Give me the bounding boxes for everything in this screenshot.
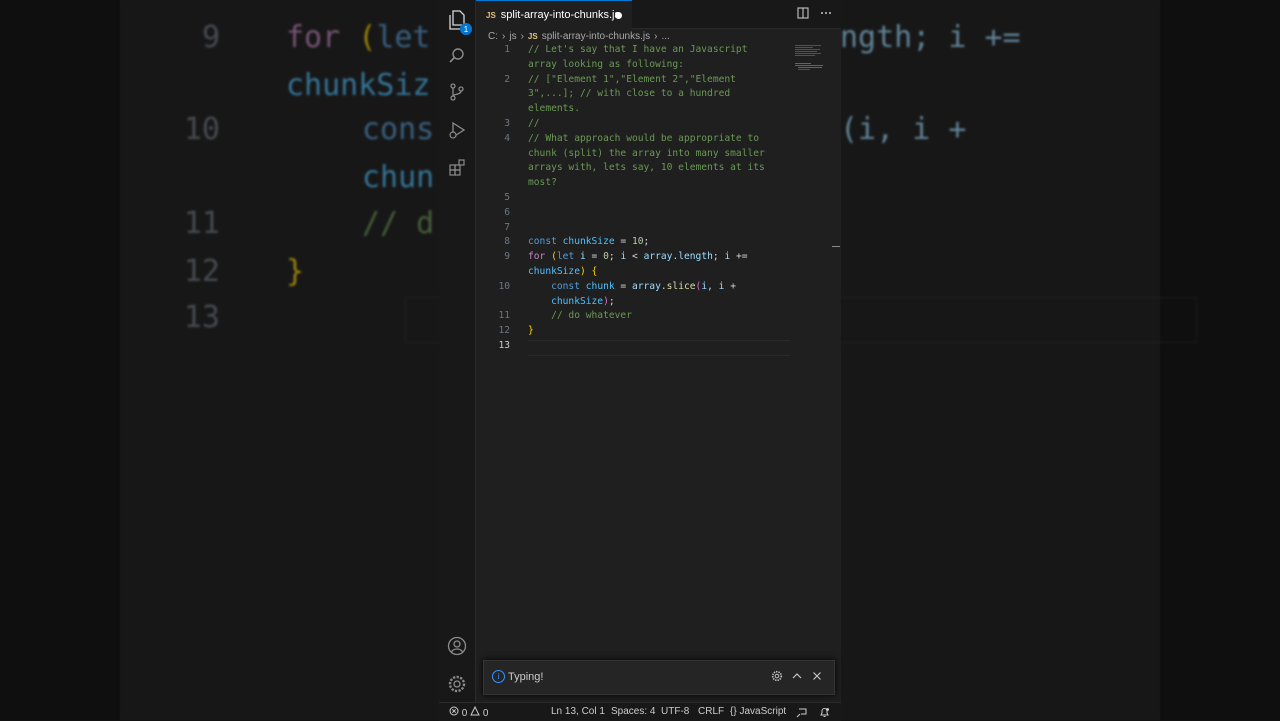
line-number: 1 bbox=[504, 44, 510, 55]
notification-settings-icon[interactable] bbox=[770, 670, 784, 684]
code-text: // ["Element 1","Element 2","Element bbox=[528, 73, 736, 85]
error-icon bbox=[449, 706, 459, 716]
breadcrumb-drive[interactable]: C: bbox=[488, 31, 498, 42]
code-text: elements. bbox=[528, 103, 580, 115]
background-code-line: chun bbox=[362, 160, 435, 195]
source-control-icon[interactable] bbox=[445, 80, 469, 104]
background-code-line: // d bbox=[362, 206, 435, 241]
code-text: arrays with, lets say, 10 elements at it… bbox=[528, 162, 765, 174]
language-label: JavaScript bbox=[739, 706, 787, 717]
breadcrumb-folder[interactable]: js bbox=[509, 31, 516, 42]
code-text: const chunk = array.slice(i, i + bbox=[528, 280, 737, 292]
code-text: // bbox=[528, 118, 540, 129]
line-number: 3 bbox=[504, 118, 510, 129]
problems-indicator[interactable]: 0 0 bbox=[449, 705, 489, 719]
tab-filename: split-array-into-chunks.js bbox=[500, 9, 620, 21]
line-number: 7 bbox=[504, 221, 510, 233]
line-number: 12 bbox=[498, 325, 510, 337]
line-number: 8 bbox=[504, 236, 510, 248]
javascript-file-icon: JS bbox=[486, 10, 496, 20]
more-actions-icon[interactable] bbox=[819, 7, 833, 21]
cursor-position[interactable]: Ln 13, Col 1 bbox=[551, 706, 605, 717]
account-icon[interactable] bbox=[445, 634, 469, 658]
activity-bar: 1 bbox=[439, 0, 476, 702]
breadcrumb-file[interactable]: split-array-into-chunks.js bbox=[542, 31, 650, 42]
line-number: 5 bbox=[504, 192, 510, 203]
line-number: 13 bbox=[498, 340, 510, 351]
background-code-fragment: ngth; i += bbox=[840, 20, 1021, 55]
chevron-up-icon[interactable] bbox=[790, 670, 804, 684]
background-code-line: cons bbox=[362, 112, 435, 147]
encoding[interactable]: UTF-8 bbox=[661, 706, 689, 717]
background-code-line: } bbox=[286, 254, 305, 289]
code-text: } bbox=[528, 325, 534, 337]
background-line-number: 13 bbox=[183, 300, 220, 335]
code-text: most? bbox=[528, 177, 557, 189]
code-text: const chunkSize = 10; bbox=[528, 236, 650, 248]
code-text: chunk (split) the array into many smalle… bbox=[528, 147, 765, 159]
search-icon[interactable] bbox=[445, 44, 469, 68]
background-line-number: 10 bbox=[183, 112, 220, 147]
background-line-number: 12 bbox=[183, 254, 220, 289]
line-number: 4 bbox=[504, 132, 510, 144]
breadcrumb-ellipsis[interactable]: ... bbox=[661, 31, 669, 42]
code-text: 3",...]; // with close to a hundred bbox=[528, 88, 731, 100]
background-left-band bbox=[0, 0, 120, 720]
warning-icon bbox=[470, 705, 480, 716]
tab-split-array[interactable]: JS split-array-into-chunks.js bbox=[476, 0, 632, 29]
extensions-icon[interactable] bbox=[445, 156, 469, 180]
background-right-band bbox=[1160, 0, 1280, 720]
notification-toast: i Typing! bbox=[483, 660, 835, 695]
code-text: chunkSize); bbox=[528, 295, 615, 307]
javascript-file-icon: JS bbox=[527, 31, 538, 41]
code-text: // What approach would be appropriate to bbox=[528, 132, 760, 144]
line-number: 2 bbox=[504, 73, 510, 85]
background-code-line: for (let bbox=[286, 20, 431, 55]
files-icon[interactable]: 1 bbox=[445, 8, 472, 35]
code-text: // Let's say that I have an Javascript bbox=[528, 44, 748, 55]
background-line-number: 9 bbox=[201, 20, 220, 55]
background-code-fragment: (i, i + bbox=[840, 112, 967, 147]
breadcrumb-separator-icon: › bbox=[502, 30, 506, 42]
background-line-number: 11 bbox=[183, 206, 220, 241]
run-debug-icon[interactable] bbox=[445, 118, 469, 142]
line-number: 10 bbox=[498, 280, 510, 292]
indentation[interactable]: Spaces: 4 bbox=[611, 706, 655, 717]
minimap[interactable] bbox=[795, 44, 825, 74]
breadcrumb: C: › js › JS split-array-into-chunks.js … bbox=[488, 30, 670, 42]
split-editor-icon[interactable] bbox=[796, 7, 810, 21]
close-icon[interactable] bbox=[810, 670, 824, 684]
unsaved-dot-icon[interactable] bbox=[615, 12, 622, 19]
notification-message: Typing! bbox=[508, 671, 544, 683]
vscode-window: 1 JS split-array-into-chunks.js C: › js … bbox=[439, 0, 841, 720]
line-number: 9 bbox=[504, 251, 510, 263]
line-ending[interactable]: CRLF bbox=[698, 706, 724, 717]
code-text: chunkSize) { bbox=[528, 266, 598, 277]
error-count: 0 bbox=[461, 708, 468, 719]
feedback-icon[interactable] bbox=[796, 707, 807, 721]
settings-gear-icon[interactable] bbox=[445, 672, 469, 696]
braces-icon: {} bbox=[730, 706, 737, 717]
line-number: 6 bbox=[504, 206, 510, 218]
notifications-bell-icon[interactable] bbox=[819, 707, 830, 721]
breadcrumb-separator-icon: › bbox=[520, 30, 524, 42]
current-line-highlight bbox=[528, 340, 790, 356]
background-code-line: chunkSiz bbox=[286, 68, 431, 103]
info-icon: i bbox=[492, 670, 505, 683]
code-text: for (let i = 0; i < array.length; i += bbox=[528, 251, 748, 263]
warning-count: 0 bbox=[482, 708, 489, 719]
code-text: array looking as following: bbox=[528, 58, 684, 70]
tab-bar: JS split-array-into-chunks.js bbox=[476, 0, 841, 29]
language-mode[interactable]: {} JavaScript bbox=[730, 706, 786, 717]
line-number: 11 bbox=[498, 310, 510, 322]
scrollbar-cursor-marker[interactable] bbox=[832, 246, 840, 247]
explorer-badge: 1 bbox=[460, 23, 472, 35]
status-bar: 0 0 Ln 13, Col 1 Spaces: 4 UTF-8 CRLF {}… bbox=[439, 702, 841, 721]
code-text: // do whatever bbox=[528, 310, 632, 322]
breadcrumb-separator-icon: › bbox=[654, 30, 658, 42]
